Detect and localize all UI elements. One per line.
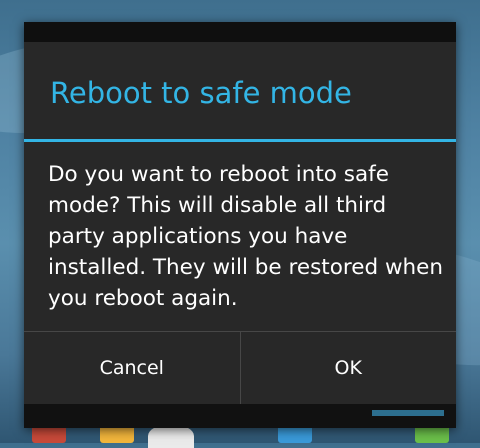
dialog-title: Reboot to safe mode — [50, 76, 352, 110]
safe-mode-dialog: Reboot to safe mode Do you want to reboo… — [24, 22, 456, 428]
ok-button[interactable]: OK — [241, 332, 457, 404]
dialog-top-strip — [24, 22, 456, 42]
dialog-button-bar: Cancel OK — [24, 331, 456, 404]
bottom-highlight — [372, 410, 444, 416]
cancel-button[interactable]: Cancel — [24, 332, 240, 404]
title-divider — [24, 139, 456, 142]
dialog-message: Do you want to reboot into safe mode? Th… — [48, 162, 444, 311]
dialog-bottom-strip — [24, 404, 456, 428]
